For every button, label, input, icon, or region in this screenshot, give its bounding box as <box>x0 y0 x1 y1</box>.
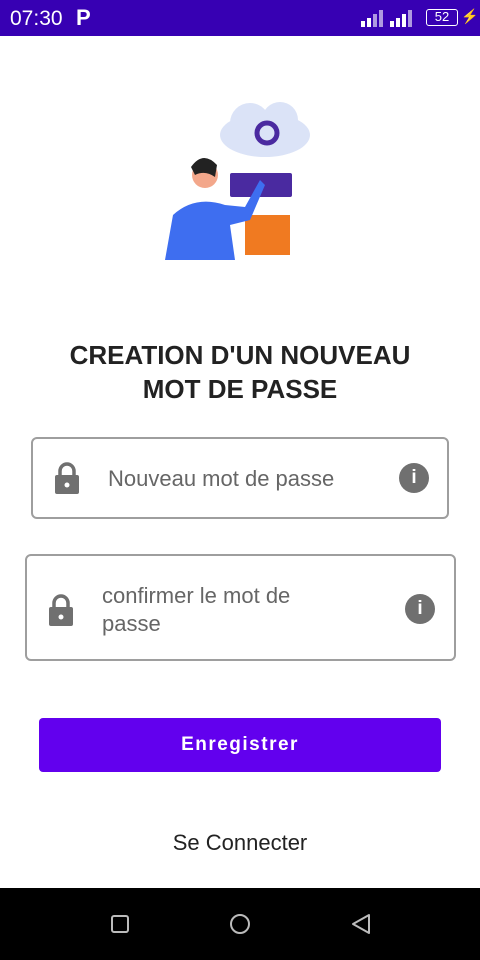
status-bar: 07:30 P 52 ⚡ <box>0 0 480 36</box>
info-icon[interactable]: i <box>405 594 435 624</box>
recents-icon[interactable] <box>110 914 130 934</box>
info-icon[interactable]: i <box>399 463 429 493</box>
navigation-bar <box>0 888 480 960</box>
app-notification-icon: P <box>76 5 91 30</box>
page-title: CREATION D'UN NOUVEAU MOT DE PASSE <box>0 338 480 406</box>
new-password-input[interactable] <box>108 465 398 495</box>
charging-icon: ⚡ <box>461 8 479 24</box>
new-password-field[interactable]: i <box>31 437 449 519</box>
title-line: MOT DE PASSE <box>142 374 338 404</box>
home-icon[interactable] <box>229 913 251 935</box>
signal-icon <box>361 10 383 27</box>
signal-icon <box>390 10 412 27</box>
status-time: 07:30 <box>10 7 63 30</box>
confirm-password-input[interactable] <box>102 582 352 640</box>
lock-icon <box>55 462 79 494</box>
lock-icon <box>49 594 73 626</box>
confirm-password-field[interactable]: i <box>25 554 456 661</box>
battery-icon: 52 <box>426 9 458 26</box>
title-line: CREATION D'UN NOUVEAU <box>69 340 411 370</box>
login-link[interactable]: Se Connecter <box>0 830 480 856</box>
save-button[interactable]: Enregistrer <box>39 718 441 772</box>
cloud-settings-illustration <box>165 102 310 260</box>
back-icon[interactable] <box>350 913 372 935</box>
